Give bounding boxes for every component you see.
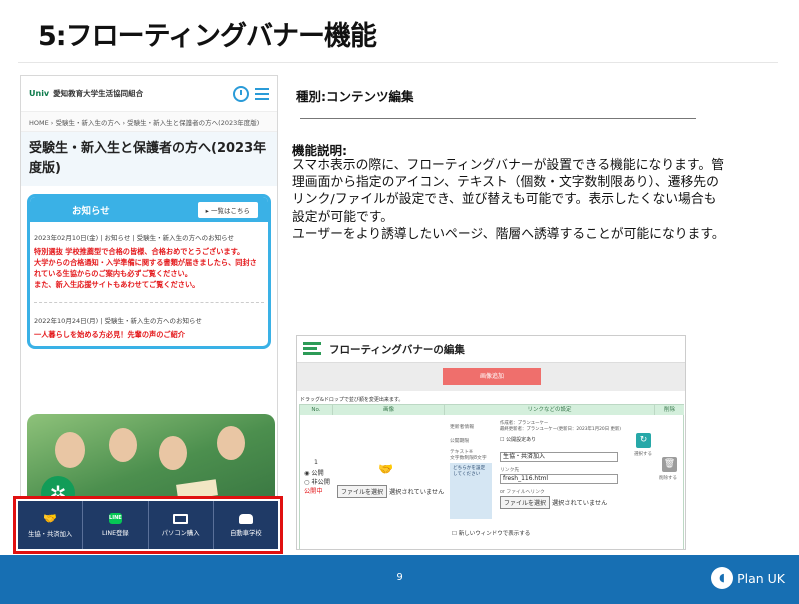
new-window-checkbox[interactable]: ☐ 新しいウィンドウで表示する	[452, 529, 530, 537]
trash-icon[interactable]: 🗑	[662, 457, 677, 472]
banner-table: No. 画像 リンクなどの設定 削除 1 ◉ 公開 ○ 非公開 公開中 🤝 ファ…	[299, 404, 684, 549]
description-body: スマホ表示の際に、フローティングバナーが設置できる機能になります。管理画面から指…	[292, 158, 725, 225]
unpublish-radio[interactable]: ○ 非公開	[304, 478, 330, 487]
news-body: 2023年02月10日(金) | お知らせ | 受験生・新入生の方へのお知らせ …	[30, 222, 268, 346]
mobile-screenshot: Univ 愛知教育大学生活協同組合 HOME › 受験生・新入生の方へ › 受験…	[20, 75, 278, 553]
no-file-text: 選択されていません	[388, 489, 445, 496]
category-underline	[300, 118, 696, 119]
publish-radios: ◉ 公開 ○ 非公開 公開中	[304, 469, 330, 496]
link-input[interactable]: fresh_116.html	[500, 474, 618, 484]
news-item-line[interactable]: 特別選抜 学校推薦型で合格の皆様、合格おめでとうございます。	[34, 246, 264, 257]
link-preview-box: どちらかを設定してください	[450, 463, 492, 519]
car-icon	[238, 513, 253, 524]
text-label: テキスト※ 文字数制限8文字	[450, 450, 487, 461]
slide-title: 5:フローティングバナー機能	[38, 21, 377, 52]
banner-item-coop[interactable]: 🤝 生協・共済加入	[18, 501, 84, 549]
col-delete: 削除	[655, 405, 684, 415]
col-image: 画像	[333, 405, 445, 415]
title-divider	[18, 62, 778, 63]
handshake-icon: 🤝	[378, 462, 393, 476]
handshake-icon: 🤝	[43, 511, 57, 525]
image-file-row: ファイルを選択 選択されていません	[337, 485, 444, 498]
banner-item-label: 自動車学校	[230, 529, 262, 537]
link-file-select-button[interactable]: ファイルを選択	[500, 496, 551, 509]
select-label: 選択する	[634, 452, 652, 457]
publish-radio[interactable]: ◉ 公開	[304, 469, 330, 478]
category-label: 種別:コンテンツ編集	[296, 89, 414, 104]
col-settings: リンクなどの設定	[445, 405, 655, 415]
slide-footer: 9 ◖ Plan UK	[0, 555, 799, 604]
student-figure	[109, 428, 137, 462]
delete-label: 削除する	[659, 476, 677, 481]
updater-label: 更新者情報	[450, 425, 474, 430]
description-body-2: ユーザーをより誘導したいページ、階層へ誘導することが可能になります。	[292, 226, 725, 242]
banner-item-label: LINE登録	[102, 530, 129, 537]
banner-item-line[interactable]: LINE LINE登録	[83, 501, 149, 549]
news-header: お知らせ ▸ 一覧はこちら	[30, 197, 268, 222]
page-title: 受験生・新入生と保護者の方へ(2023年度版)	[21, 132, 277, 186]
banner-item-driving[interactable]: 自動車学校	[214, 501, 278, 549]
updater-info: 作成者：プランユーケー 最終更新者：プランユーケー(更新日：2023年1月20日…	[500, 421, 621, 432]
page-number: 9	[396, 572, 403, 583]
hamburger-menu-icon[interactable]	[255, 87, 269, 100]
news-item-line[interactable]: 一人暮らしを始める方必見！先輩の声のご紹介	[34, 329, 264, 340]
list-edit-icon	[303, 342, 321, 356]
link-file-row: ファイルを選択 選択されていません	[500, 496, 607, 509]
planuk-logo-icon: ◖	[711, 567, 734, 589]
admin-header: フローティングバナーの編集	[297, 336, 685, 363]
news-item-line[interactable]: 大学からの合格通知・入学準備に関する書類が届きましたら、同封されている生協からの…	[34, 257, 264, 279]
mobile-header: Univ 愛知教育大学生活協同組合	[21, 76, 277, 112]
description-text: スマホ表示の際に、フローティングバナーが設置できる機能になります。管理画面から指…	[292, 157, 728, 243]
or-file-label: or ファイルへリンク	[500, 490, 545, 495]
admin-title: フローティングバナーの編集	[329, 343, 465, 356]
floating-banner: 🤝 生協・共済加入 LINE LINE登録 パソコン購入 自動車学校	[13, 496, 283, 554]
news-item-meta: 2022年10月24日(月) | 受験生・新入生の方へのお知らせ	[34, 317, 202, 325]
line-icon: LINE	[108, 513, 122, 524]
col-no: No.	[300, 405, 333, 415]
link-label: リンク先	[500, 468, 520, 473]
news-list-button[interactable]: ▸ 一覧はこちら	[197, 201, 258, 218]
brand-logo: ◖ Plan UK	[711, 567, 785, 589]
refresh-icon[interactable]: ↻	[636, 433, 651, 448]
news-item-meta: 2023年02月10日(金) | お知らせ | 受験生・新入生の方へのお知らせ	[34, 234, 235, 242]
banner-item-pc[interactable]: パソコン購入	[149, 501, 214, 549]
link-no-file-text: 選択されていません	[551, 500, 608, 507]
news-box: お知らせ ▸ 一覧はこちら 2023年02月10日(金) | お知らせ | 受験…	[27, 194, 271, 349]
laptop-icon	[173, 513, 189, 524]
news-item-line[interactable]: また、新入生応援サイトもあわせてご覧ください。	[34, 279, 264, 290]
drag-note: ドラッグ&ドロップで並び順を変更出来ます。	[300, 397, 404, 403]
banner-text-input[interactable]: 生協・共済加入	[500, 452, 618, 462]
student-figure	[217, 426, 245, 460]
org-name: 愛知教育大学生活協同組合	[53, 89, 144, 98]
period-label: 公開期限	[450, 439, 470, 444]
news-title: お知らせ	[72, 205, 110, 217]
coop-logo: Univ	[29, 89, 50, 98]
banner-item-label: パソコン購入	[161, 529, 200, 537]
add-image-button[interactable]: 画像追加	[443, 368, 541, 385]
clock-icon[interactable]	[233, 85, 249, 102]
news-divider	[34, 302, 264, 303]
student-figure	[55, 432, 85, 468]
breadcrumb[interactable]: HOME › 受験生・新入生の方へ › 受験生・新入生と保護者の方へ(2023年…	[21, 112, 277, 132]
period-checkbox[interactable]: ☐ 公開設定あり	[500, 436, 536, 443]
file-select-button[interactable]: ファイルを選択	[337, 485, 388, 498]
student-figure	[159, 436, 187, 470]
banner-item-label: 生協・共済加入	[28, 530, 73, 538]
admin-screenshot: フローティングバナーの編集 画像追加 ドラッグ&ドロップで並び順を変更出来ます。…	[296, 335, 686, 550]
row-number: 1	[314, 459, 318, 466]
floating-banner-bar: 🤝 生協・共済加入 LINE LINE登録 パソコン購入 自動車学校	[18, 501, 278, 549]
brand-name: Plan UK	[737, 570, 785, 586]
status-text: 公開中	[304, 488, 323, 495]
slide: 5:フローティングバナー機能 Univ 愛知教育大学生活協同組合 HOME › …	[0, 0, 799, 604]
